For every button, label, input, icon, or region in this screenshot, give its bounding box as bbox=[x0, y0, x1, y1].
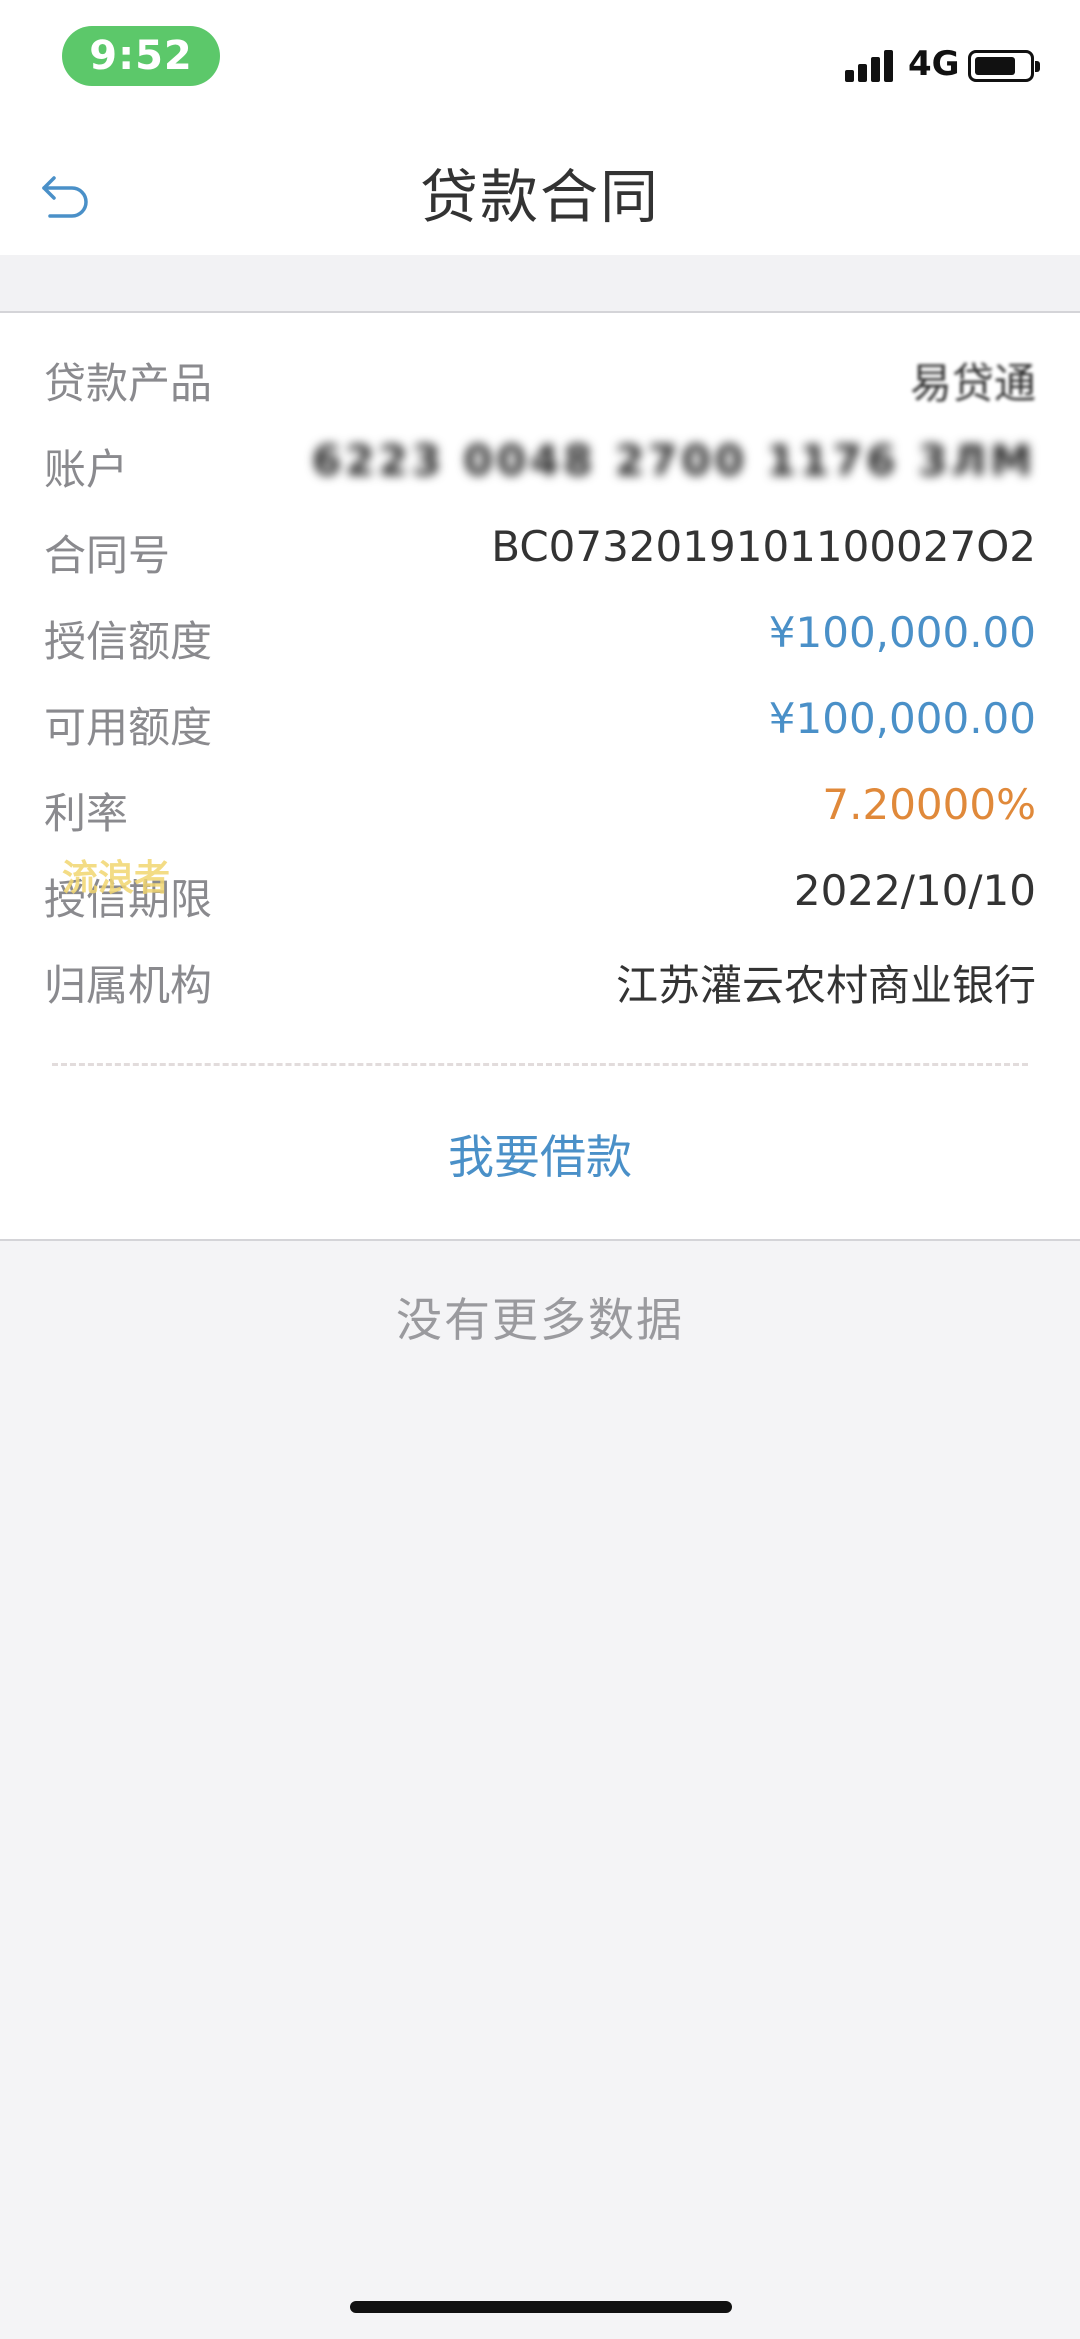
row-available-limit: 可用额度 ¥100,000.00 bbox=[0, 678, 1080, 764]
interest-rate-label: 利率 bbox=[44, 789, 129, 838]
loan-product-value: 易贷通 bbox=[909, 359, 1036, 408]
credit-limit-value: ¥100,000.00 bbox=[768, 608, 1036, 657]
signal-strength-icon bbox=[845, 48, 897, 82]
interest-rate-value: 7.20000% bbox=[822, 780, 1036, 829]
row-interest-rate: 利率 7.20000% bbox=[0, 764, 1080, 850]
section-gap bbox=[0, 255, 1080, 313]
loan-product-label: 贷款产品 bbox=[44, 359, 213, 408]
dashed-divider bbox=[52, 1063, 1028, 1066]
institution-value: 江苏灌云农村商业银行 bbox=[615, 961, 1036, 1010]
account-label: 账户 bbox=[44, 445, 129, 494]
watermark: 流浪者 bbox=[62, 858, 171, 899]
row-institution: 归属机构 江苏灌云农村商业银行 bbox=[0, 936, 1080, 1022]
row-loan-product: 贷款产品 易贷通 bbox=[0, 334, 1080, 420]
network-type: 4G bbox=[908, 44, 960, 84]
contract-number-label: 合同号 bbox=[44, 531, 171, 580]
row-contract-number: 合同号 BC0732019101100027O2 bbox=[0, 506, 1080, 592]
page-title: 贷款合同 bbox=[419, 163, 660, 231]
account-value: 6223 0048 2700 1176 3ЛМ bbox=[312, 436, 1036, 485]
institution-label: 归属机构 bbox=[44, 961, 213, 1010]
credit-limit-label: 授信额度 bbox=[44, 617, 213, 666]
borrow-button[interactable]: 我要借款 bbox=[0, 1121, 1080, 1187]
available-limit-value: ¥100,000.00 bbox=[768, 694, 1036, 743]
available-limit-label: 可用额度 bbox=[44, 703, 213, 752]
credit-term-value: 2022/10/10 bbox=[793, 866, 1036, 915]
row-account: 账户 6223 0048 2700 1176 3ЛМ bbox=[0, 420, 1080, 506]
home-indicator[interactable] bbox=[350, 2301, 732, 2313]
row-credit-limit: 授信额度 ¥100,000.00 bbox=[0, 592, 1080, 678]
contract-number-value: BC0732019101100027O2 bbox=[491, 522, 1036, 571]
status-time: 9:52 bbox=[62, 26, 220, 86]
status-bar: 9:52 4G bbox=[0, 0, 1080, 120]
contract-card: 贷款产品 易贷通 账户 6223 0048 2700 1176 3ЛМ 合同号 … bbox=[0, 313, 1080, 1241]
no-more-data-text: 没有更多数据 bbox=[396, 1293, 684, 1347]
battery-icon bbox=[968, 50, 1040, 82]
navigation-bar: 贷款合同 bbox=[0, 120, 1080, 255]
